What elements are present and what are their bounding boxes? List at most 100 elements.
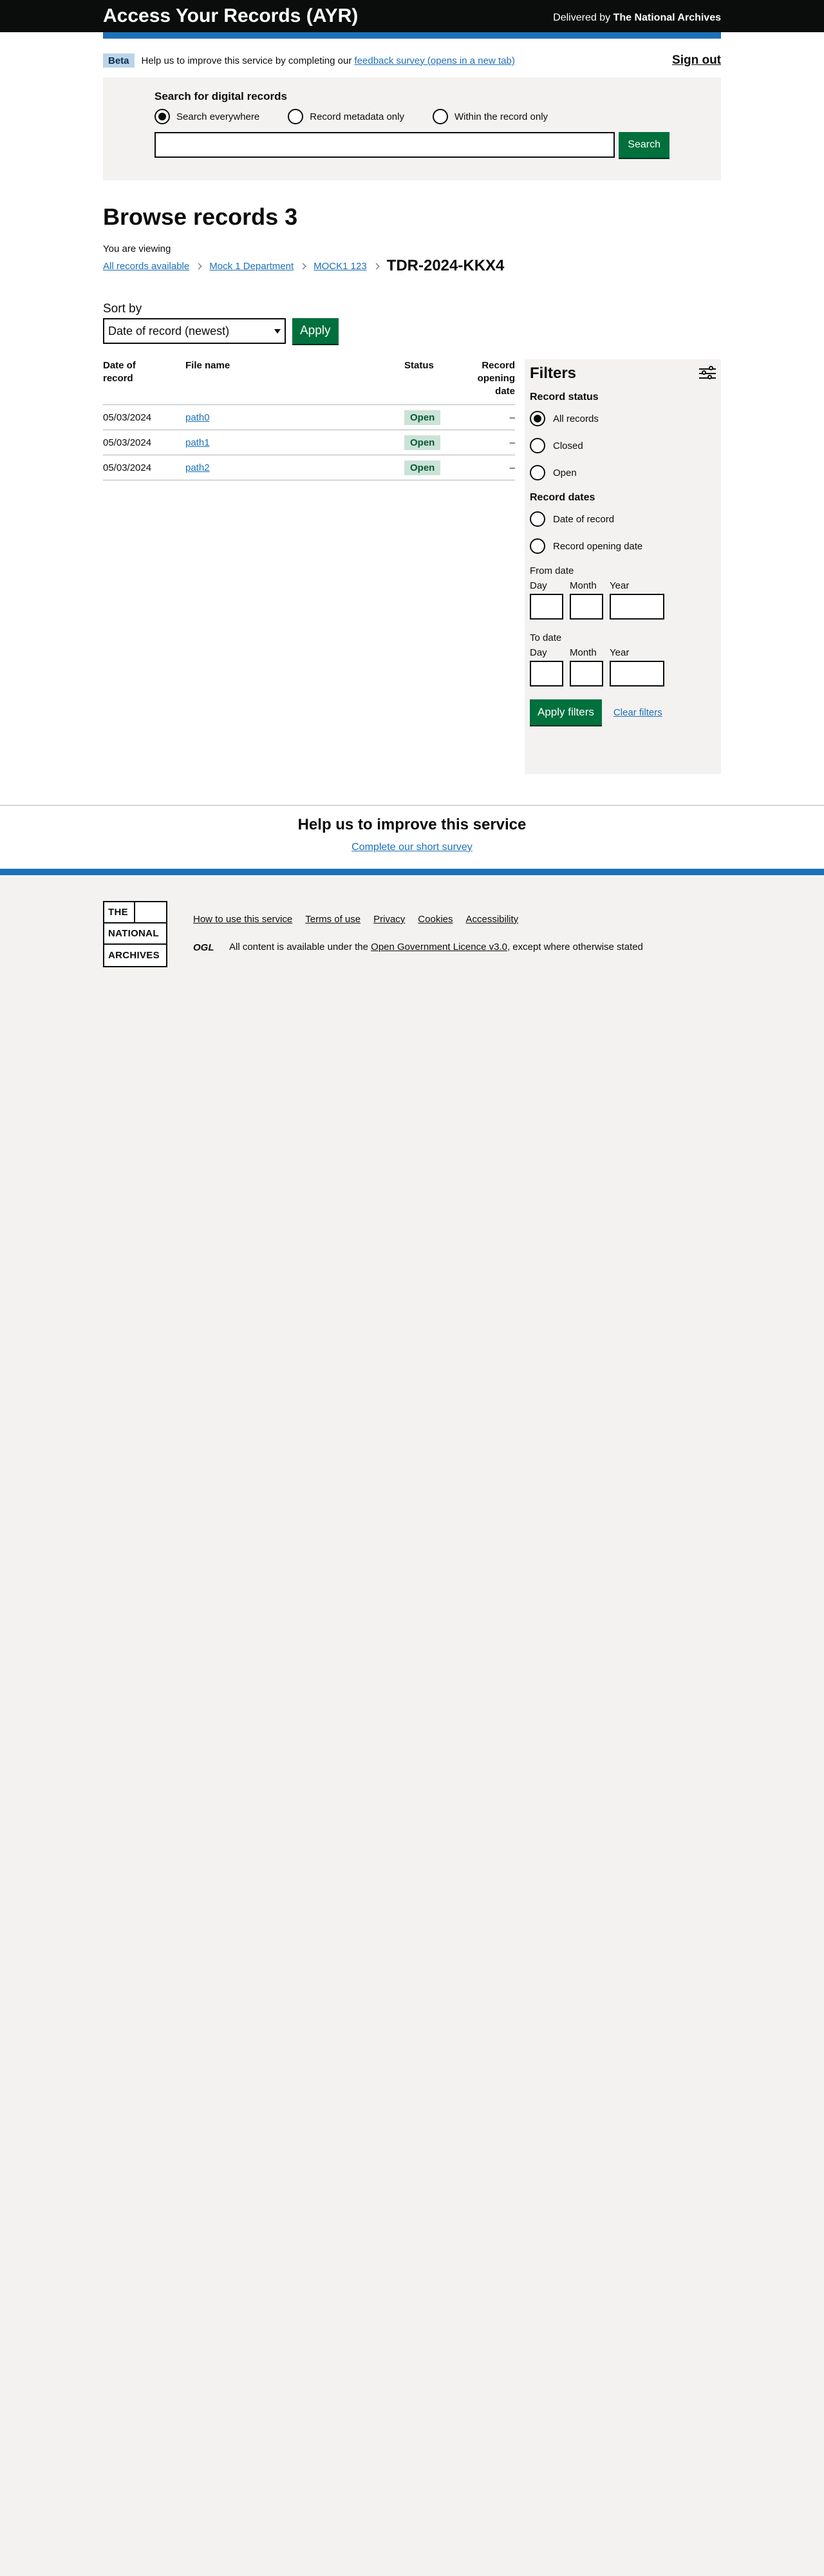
table-row: 05/03/2024 path2 Open – bbox=[103, 455, 515, 480]
status-badge: Open bbox=[404, 410, 441, 425]
radio-selected-icon[interactable] bbox=[154, 109, 170, 124]
search-scope-everywhere[interactable]: Search everywhere bbox=[154, 109, 259, 124]
radio-icon[interactable] bbox=[432, 109, 448, 124]
search-scope-record[interactable]: Within the record only bbox=[432, 109, 548, 124]
radio-selected-icon[interactable] bbox=[530, 411, 545, 426]
delivered-by: Delivered by The National Archives bbox=[553, 12, 721, 24]
chevron-right-icon bbox=[373, 263, 380, 269]
service-title[interactable]: Access Your Records (AYR) bbox=[103, 5, 358, 27]
day-label: Day bbox=[530, 647, 547, 658]
dates-opening-date[interactable]: Record opening date bbox=[530, 538, 716, 554]
clear-filters-link[interactable]: Clear filters bbox=[613, 707, 662, 718]
breadcrumb-current: TDR-2024-KKX4 bbox=[386, 257, 505, 274]
footer-links: How to use this service Terms of use Pri… bbox=[193, 914, 643, 925]
radio-icon[interactable] bbox=[288, 109, 304, 124]
breadcrumb-series[interactable]: MOCK1 123 bbox=[314, 261, 367, 272]
logo-line: ARCHIVES bbox=[108, 950, 160, 961]
footer-link-terms[interactable]: Terms of use bbox=[305, 914, 360, 925]
footer-link-accessibility[interactable]: Accessibility bbox=[466, 914, 519, 925]
search-panel: Search for digital records Search everyw… bbox=[103, 77, 721, 180]
site-header: Access Your Records (AYR) Delivered by T… bbox=[0, 0, 824, 32]
search-heading: Search for digital records bbox=[154, 90, 287, 102]
you-are-viewing-label: You are viewing bbox=[103, 243, 171, 254]
column-header-status[interactable]: Status bbox=[404, 359, 464, 405]
status-option-label: Open bbox=[553, 467, 577, 478]
cell-file: path2 bbox=[185, 455, 404, 480]
to-month-input[interactable] bbox=[570, 661, 603, 687]
status-all-records[interactable]: All records bbox=[530, 411, 716, 426]
radio-icon[interactable] bbox=[530, 465, 545, 480]
breadcrumb: All records available Mock 1 Department … bbox=[103, 257, 721, 275]
to-day-input[interactable] bbox=[530, 661, 563, 687]
file-link[interactable]: path1 bbox=[185, 437, 210, 448]
chevron-down-icon bbox=[274, 328, 281, 334]
table-row: 05/03/2024 path1 Open – bbox=[103, 430, 515, 455]
short-survey-link[interactable]: Complete our short survey bbox=[351, 842, 473, 853]
column-header-file[interactable]: File name bbox=[185, 359, 404, 405]
search-input[interactable] bbox=[154, 132, 615, 158]
licence-link[interactable]: Open Government Licence v3.0 bbox=[371, 942, 507, 952]
search-scope-label: Search everywhere bbox=[176, 111, 260, 122]
cell-date: 05/03/2024 bbox=[103, 404, 185, 430]
to-year-input[interactable] bbox=[610, 661, 664, 687]
records-table-wrap: Date of record File name Status Record o… bbox=[103, 359, 515, 774]
record-dates-heading: Record dates bbox=[530, 492, 595, 503]
column-header-date[interactable]: Date of record bbox=[103, 359, 185, 405]
radio-icon[interactable] bbox=[530, 538, 545, 554]
footer-link-privacy[interactable]: Privacy bbox=[373, 914, 405, 925]
sign-out-link[interactable]: Sign out bbox=[672, 53, 721, 68]
file-link[interactable]: path0 bbox=[185, 412, 210, 423]
year-label: Year bbox=[610, 647, 630, 658]
logo-line: NATIONAL bbox=[104, 923, 166, 945]
site-footer: THE NATIONAL ARCHIVES How to use this se… bbox=[0, 875, 824, 967]
search-scope-label: Record metadata only bbox=[310, 111, 404, 122]
sort-select[interactable]: Date of record (newest) bbox=[103, 318, 286, 344]
cell-opening-date: – bbox=[464, 455, 515, 480]
dates-option-label: Date of record bbox=[553, 513, 615, 525]
radio-icon[interactable] bbox=[530, 438, 545, 453]
phase-text: Help us to improve this service by compl… bbox=[141, 55, 352, 66]
from-month-input[interactable] bbox=[570, 594, 603, 620]
main-content: Browse records 3 You are viewing All rec… bbox=[103, 180, 721, 774]
delivered-prefix: Delivered by bbox=[553, 12, 611, 23]
search-scope-metadata[interactable]: Record metadata only bbox=[288, 109, 404, 124]
footer-blue-strip bbox=[0, 869, 824, 875]
header-blue-strip bbox=[103, 32, 721, 39]
status-badge: Open bbox=[404, 435, 441, 450]
apply-filters-button[interactable]: Apply filters bbox=[530, 699, 602, 725]
status-open[interactable]: Open bbox=[530, 465, 716, 480]
status-badge: Open bbox=[404, 460, 441, 475]
column-header-opening[interactable]: Record opening date bbox=[464, 359, 515, 405]
filters-panel: Filters Record status All records Closed… bbox=[525, 359, 721, 774]
file-link[interactable]: path2 bbox=[185, 462, 210, 473]
filter-sliders-icon[interactable] bbox=[699, 365, 716, 382]
cell-date: 05/03/2024 bbox=[103, 455, 185, 480]
cell-file: path0 bbox=[185, 404, 404, 430]
from-year-input[interactable] bbox=[610, 594, 664, 620]
page-title: Browse records 3 bbox=[103, 204, 298, 230]
cell-opening-date: – bbox=[464, 404, 515, 430]
apply-sort-button[interactable]: Apply bbox=[292, 318, 339, 344]
breadcrumb-all-records[interactable]: All records available bbox=[103, 261, 189, 272]
dates-option-label: Record opening date bbox=[553, 540, 643, 552]
national-archives-logo[interactable]: THE NATIONAL ARCHIVES bbox=[103, 901, 167, 967]
page-body: Beta Help us to improve this service by … bbox=[0, 32, 824, 869]
breadcrumb-department[interactable]: Mock 1 Department bbox=[209, 261, 294, 272]
ogl-logo-icon: OGL bbox=[193, 942, 214, 953]
cell-opening-date: – bbox=[464, 430, 515, 455]
year-label: Year bbox=[610, 580, 630, 591]
search-button[interactable]: Search bbox=[619, 132, 670, 158]
status-closed[interactable]: Closed bbox=[530, 438, 716, 453]
footer-link-how-to-use[interactable]: How to use this service bbox=[193, 914, 292, 925]
chevron-right-icon bbox=[299, 263, 306, 269]
from-day-input[interactable] bbox=[530, 594, 563, 620]
footer-link-cookies[interactable]: Cookies bbox=[418, 914, 453, 925]
radio-icon[interactable] bbox=[530, 511, 545, 527]
cell-status: Open bbox=[404, 430, 464, 455]
dates-date-of-record[interactable]: Date of record bbox=[530, 511, 716, 527]
cell-status: Open bbox=[404, 455, 464, 480]
feedback-survey-link[interactable]: feedback survey (opens in a new tab) bbox=[355, 55, 515, 66]
search-scope-label: Within the record only bbox=[454, 111, 548, 122]
beta-tag: Beta bbox=[103, 53, 135, 68]
sort-label: Sort by bbox=[103, 302, 142, 316]
